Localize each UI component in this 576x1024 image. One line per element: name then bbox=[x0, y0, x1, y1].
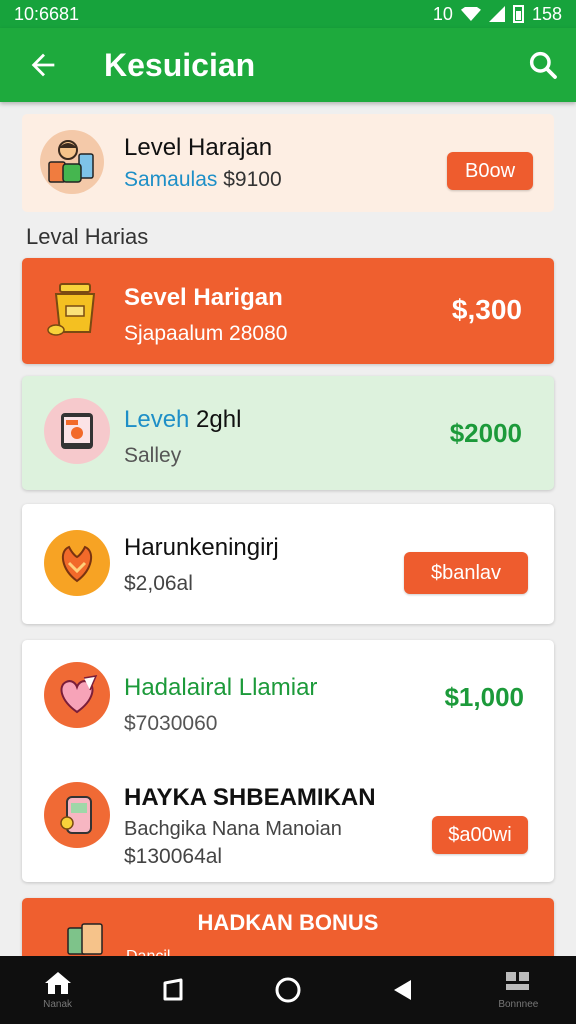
app-bar: Kesuician bbox=[0, 28, 576, 102]
content-list[interactable]: Level Harajan Samaulas $9100 B0ow Leval … bbox=[0, 102, 576, 956]
tablet-icon bbox=[44, 398, 110, 464]
triangle-back-icon bbox=[394, 980, 412, 1000]
card-title: Leveh 2ghl bbox=[124, 406, 241, 434]
battery-level: 158 bbox=[531, 3, 562, 24]
status-bar: 10:6681 10 158 bbox=[0, 0, 576, 28]
level-card-double-text-1: Hadalairal Llamiar $7030060 bbox=[124, 674, 317, 736]
card-price: $2000 bbox=[449, 418, 522, 448]
home-icon bbox=[44, 972, 71, 994]
card-title-highlight: Leveh bbox=[124, 406, 190, 433]
search-button[interactable] bbox=[510, 28, 576, 102]
level-card-top[interactable]: Level Harajan Samaulas $9100 B0ow bbox=[22, 114, 554, 212]
card-title-rest: 2ghl bbox=[189, 406, 242, 433]
bonus-peek-text: Dancil bbox=[126, 948, 170, 956]
cards-icon bbox=[62, 916, 112, 956]
card-action-button[interactable]: $a00wi bbox=[432, 816, 528, 854]
level-card-orange[interactable]: Sevel Harigan Sjapaalum 28080 $,300 bbox=[22, 258, 554, 364]
wifi-icon bbox=[460, 7, 481, 21]
gold-jar-icon bbox=[44, 276, 106, 342]
level-card-white[interactable]: Harunkeningirj $2,06al $banlav bbox=[22, 504, 554, 624]
level-card-white-text: Harunkeningirj $2,06al bbox=[124, 534, 279, 596]
fruit-icon bbox=[44, 530, 110, 596]
card-title: HAYKA SHBEAMIKAN bbox=[124, 784, 376, 811]
level-card-double-text-2: HAYKA SHBEAMIKAN Bachgika Nana Manoian $… bbox=[124, 784, 376, 869]
card-price: $,300 bbox=[451, 294, 522, 325]
circle-home-icon bbox=[275, 977, 301, 1003]
card-action-button[interactable]: $banlav bbox=[404, 552, 528, 594]
recents-icon bbox=[163, 978, 183, 1001]
recents-button[interactable] bbox=[143, 960, 203, 1020]
level-card-double[interactable]: Hadalairal Llamiar $7030060 $1,000 HAYKA… bbox=[22, 640, 554, 882]
status-icons: 10 158 bbox=[433, 4, 562, 25]
heart-ribbon-icon bbox=[44, 662, 110, 728]
card-title: Level Harajan bbox=[124, 134, 273, 161]
card-subtitle: $7030060 bbox=[124, 712, 218, 735]
person-with-cards-icon bbox=[40, 130, 104, 194]
section-label: Leval Harias bbox=[26, 224, 149, 249]
level-card-top-text: Level Harajan Samaulas $9100 bbox=[124, 134, 282, 192]
search-icon bbox=[529, 51, 557, 79]
card-title: Sevel Harigan bbox=[124, 284, 283, 311]
back-nav-button[interactable] bbox=[373, 960, 433, 1020]
page-title: Kesuician bbox=[104, 46, 256, 83]
home-button[interactable] bbox=[258, 960, 318, 1020]
level-card-green-text: Leveh 2ghl Salley bbox=[124, 406, 241, 468]
menu-tab[interactable]: Bonnnee bbox=[488, 960, 548, 1020]
top-card-button[interactable]: B0ow bbox=[447, 152, 533, 190]
notification-count: 10 bbox=[432, 3, 453, 24]
arrow-left-icon bbox=[31, 53, 55, 77]
card-subtitle-2: $130064al bbox=[124, 845, 223, 868]
card-subtitle-price: $9100 bbox=[223, 168, 282, 191]
level-card-orange-text: Sevel Harigan Sjapaalum 28080 bbox=[124, 284, 287, 346]
back-button[interactable] bbox=[0, 28, 86, 102]
bonus-card[interactable]: HADKAN BONUS Dancil bbox=[22, 898, 554, 956]
level-card-green[interactable]: Leveh 2ghl Salley $2000 bbox=[22, 376, 554, 490]
card-price: $1,000 bbox=[444, 682, 524, 712]
grid-menu-icon bbox=[506, 972, 530, 990]
battery-icon bbox=[512, 5, 524, 23]
card-subtitle: Sjapaalum 28080 bbox=[124, 322, 288, 345]
card-title: Hadalairal Llamiar bbox=[124, 674, 318, 701]
card-subtitle: Bachgika Nana Manoian bbox=[124, 818, 342, 840]
home-tab-label: Nanak bbox=[43, 999, 73, 1010]
card-subtitle-highlight: Samaulas bbox=[124, 168, 218, 191]
system-nav-bar: Nanak Bonnnee bbox=[0, 956, 576, 1024]
menu-tab-label: Bonnnee bbox=[498, 999, 539, 1010]
card-title: Harunkeningirj bbox=[124, 534, 279, 561]
status-time: 10:6681 bbox=[14, 3, 80, 24]
home-tab[interactable]: Nanak bbox=[28, 960, 88, 1020]
card-subtitle: Salley bbox=[124, 444, 182, 467]
phone-flower-icon bbox=[44, 782, 110, 848]
signal-icon bbox=[488, 6, 505, 22]
card-subtitle: $2,06al bbox=[124, 572, 193, 595]
card-subtitle: Samaulas $9100 bbox=[124, 168, 282, 192]
